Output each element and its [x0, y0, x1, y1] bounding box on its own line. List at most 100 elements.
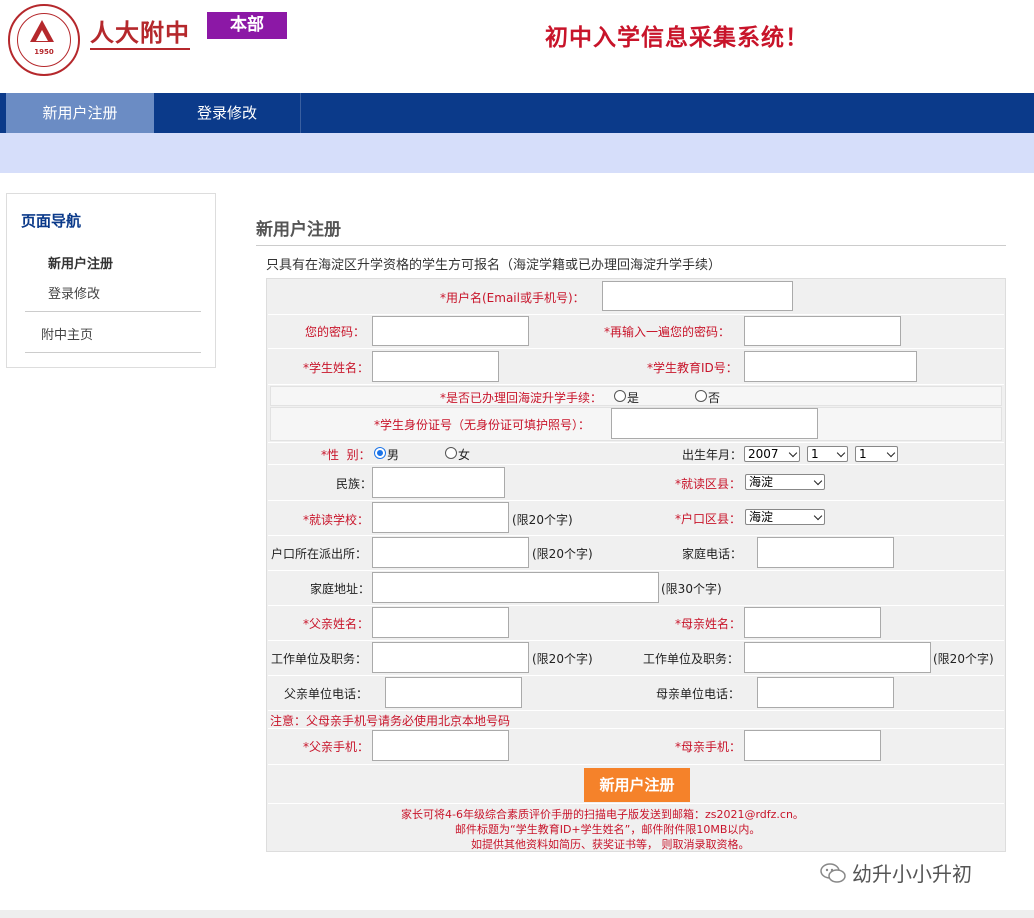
- address-input[interactable]: [372, 572, 659, 603]
- hukou-district-select[interactable]: 海淀: [745, 509, 825, 525]
- mother-work-limit-hint: (限20个字): [933, 652, 994, 666]
- father-work-phone-input[interactable]: [385, 677, 522, 708]
- birth-day-select[interactable]: 1: [855, 446, 898, 462]
- nav-divider: [300, 93, 301, 133]
- mother-work-phone-input[interactable]: [757, 677, 894, 708]
- father-name-label: *父亲姓名：: [303, 617, 370, 631]
- email-note: 家长可将4-6年级综合素质评价手册的扫描电子版发送到邮箱：zs2021@rdfz…: [401, 808, 804, 821]
- father-work-input[interactable]: [372, 642, 529, 673]
- row-divider: [268, 605, 1004, 606]
- transfer-yes-radio[interactable]: [614, 390, 626, 402]
- student-id-input[interactable]: [744, 351, 917, 382]
- mobile-note: 注意：父母亲手机号请务必使用北京本地号码: [270, 714, 511, 728]
- row-divider: [268, 803, 1004, 804]
- address-label: 家庭地址：: [310, 582, 371, 596]
- eligibility-intro: 只具有在海淀区升学资格的学生方可报名（海淀学籍或已办理回海淀升学手续）: [266, 258, 722, 273]
- father-mobile-input[interactable]: [372, 730, 509, 761]
- school-seal-logo[interactable]: 1950: [8, 4, 80, 76]
- birth-label: 出生年月：: [682, 448, 743, 462]
- home-phone-input[interactable]: [757, 537, 894, 568]
- father-mobile-label: *父亲手机：: [303, 740, 370, 754]
- student-id-label: *学生教育ID号：: [647, 361, 738, 375]
- mother-name-label: *母亲姓名：: [675, 617, 742, 631]
- student-name-label: *学生姓名：: [303, 361, 370, 375]
- tab-login-edit[interactable]: 登录修改: [154, 93, 300, 133]
- transfer-no-radio[interactable]: [695, 390, 707, 402]
- father-work-limit-hint: (限20个字): [532, 652, 593, 666]
- transfer-label: *是否已办理回海淀升学手续：: [440, 391, 603, 405]
- tab-new-user-register[interactable]: 新用户注册: [6, 93, 154, 133]
- address-limit-hint: (限30个字): [661, 582, 722, 596]
- ethnicity-input[interactable]: [372, 467, 505, 498]
- transfer-no-label: 否: [708, 391, 721, 405]
- birth-month-select[interactable]: 1: [807, 446, 848, 462]
- sub-navbar: [0, 133, 1034, 173]
- mother-mobile-label: *母亲手机：: [675, 740, 742, 754]
- sidebar-item-login-edit[interactable]: 登录修改: [48, 283, 100, 302]
- disqualify-note: 如提供其他资料如简历、获奖证书等， 则取消录取资格。: [471, 838, 750, 851]
- chevron-down-icon: [813, 476, 823, 486]
- row-divider: [268, 675, 1004, 676]
- password-confirm-label: *再输入一遍您的密码：: [604, 325, 731, 339]
- logo-year: 1950: [34, 48, 54, 56]
- row-divider: [268, 442, 1004, 443]
- police-station-input[interactable]: [372, 537, 529, 568]
- row-divider: [268, 764, 1004, 765]
- father-name-input[interactable]: [372, 607, 509, 638]
- birth-year-select[interactable]: 2007: [744, 446, 800, 462]
- row-divider: [268, 710, 1004, 711]
- email-subject-note: 邮件标题为“学生教育ID+学生姓名”，邮件附件限10MB以内。: [455, 823, 761, 836]
- row-divider: [268, 535, 1004, 536]
- mother-mobile-input[interactable]: [744, 730, 881, 761]
- page-title: 新用户注册: [256, 220, 341, 240]
- row-divider: [268, 500, 1004, 501]
- sidebar-item-homepage[interactable]: 附中主页: [41, 324, 93, 343]
- district-select[interactable]: 海淀: [745, 474, 825, 490]
- gender-male-radio[interactable]: [374, 447, 386, 459]
- gender-female-label: 女: [458, 448, 471, 462]
- chevron-down-icon: [788, 448, 798, 458]
- gender-male-label: 男: [387, 448, 400, 462]
- sidebar-divider: [25, 352, 201, 353]
- school-label: *就读学校：: [303, 513, 370, 527]
- row-divider: [268, 314, 1004, 315]
- home-phone-label: 家庭电话：: [682, 547, 743, 561]
- row-divider: [268, 384, 1004, 385]
- sidebar-nav: 页面导航 新用户注册 登录修改 附中主页: [6, 193, 216, 368]
- sidebar-item-register[interactable]: 新用户注册: [48, 253, 113, 272]
- police-station-label: 户口所在派出所：: [271, 547, 368, 561]
- username-label: *用户名(Email或手机号)：: [440, 291, 585, 305]
- chevron-down-icon: [836, 448, 846, 458]
- watermark-text: 幼升小小升初: [852, 862, 972, 886]
- district-label: *就读区县：: [675, 477, 742, 491]
- gender-label: *性 别：: [321, 448, 371, 462]
- password-label: 您的密码：: [305, 325, 366, 339]
- row-divider: [268, 464, 1004, 465]
- gender-female-radio[interactable]: [445, 447, 457, 459]
- chevron-down-icon: [886, 448, 896, 458]
- mother-work-input[interactable]: [744, 642, 931, 673]
- footer-bar: [0, 910, 1034, 918]
- school-name-logo[interactable]: 人大附中: [90, 18, 190, 50]
- police-limit-hint: (限20个字): [532, 547, 593, 561]
- wechat-icon: [820, 863, 846, 883]
- mother-name-input[interactable]: [744, 607, 881, 638]
- password-confirm-input[interactable]: [744, 316, 901, 346]
- title-divider: [256, 245, 1006, 246]
- username-input[interactable]: [602, 281, 793, 311]
- password-input[interactable]: [372, 316, 529, 346]
- system-title: 初中入学信息采集系统！: [545, 25, 809, 51]
- submit-register-button[interactable]: 新用户注册: [584, 768, 690, 802]
- student-name-input[interactable]: [372, 351, 499, 382]
- row-divider: [268, 640, 1004, 641]
- chevron-down-icon: [813, 511, 823, 521]
- school-input[interactable]: [372, 502, 509, 533]
- father-work-label: 工作单位及职务：: [271, 652, 368, 666]
- father-work-phone-label: 父亲单位电话：: [284, 687, 369, 701]
- hukou-district-label: *户口区县：: [675, 512, 742, 526]
- idcard-input[interactable]: [611, 408, 818, 439]
- transfer-yes-label: 是: [627, 391, 640, 405]
- row-divider: [268, 348, 1004, 349]
- mother-work-label: 工作单位及职务：: [643, 652, 740, 666]
- campus-badge: 本部: [207, 12, 287, 39]
